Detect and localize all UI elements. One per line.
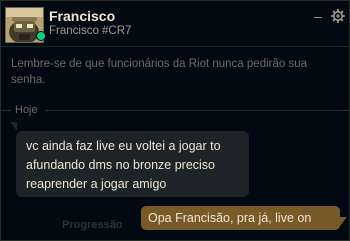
outgoing-message-tail bbox=[340, 217, 347, 226]
outgoing-message-text: Opa Francisão, pra já, live on bbox=[148, 211, 312, 225]
chat-header: Francisco Francisco #CR7 – bbox=[1, 1, 349, 45]
day-separator-line-right bbox=[45, 110, 349, 111]
day-separator: Hoje bbox=[1, 104, 349, 116]
security-notice: Lembre-se de que funcionários da Riot nu… bbox=[11, 58, 307, 86]
outgoing-message[interactable]: Opa Francisão, pra já, live on bbox=[141, 206, 340, 230]
header-divider bbox=[1, 46, 349, 47]
minimize-icon[interactable]: – bbox=[311, 9, 325, 23]
friend-name: Francisco bbox=[49, 8, 116, 24]
incoming-message-text: vc ainda faz live eu voltei a jogar to a… bbox=[26, 139, 221, 191]
incoming-message-tail bbox=[10, 122, 17, 131]
chat-window: Francisco Francisco #CR7 – Lembre-se de … bbox=[0, 0, 350, 241]
friend-riot-id: Francisco #CR7 bbox=[49, 25, 132, 37]
gear-icon[interactable] bbox=[330, 8, 346, 24]
incoming-message[interactable]: vc ainda faz live eu voltei a jogar to a… bbox=[16, 131, 249, 197]
day-separator-line-left bbox=[1, 110, 11, 111]
day-separator-label: Hoje bbox=[15, 104, 38, 116]
online-status-indicator bbox=[36, 31, 46, 41]
background-label: Progressão bbox=[62, 219, 123, 231]
